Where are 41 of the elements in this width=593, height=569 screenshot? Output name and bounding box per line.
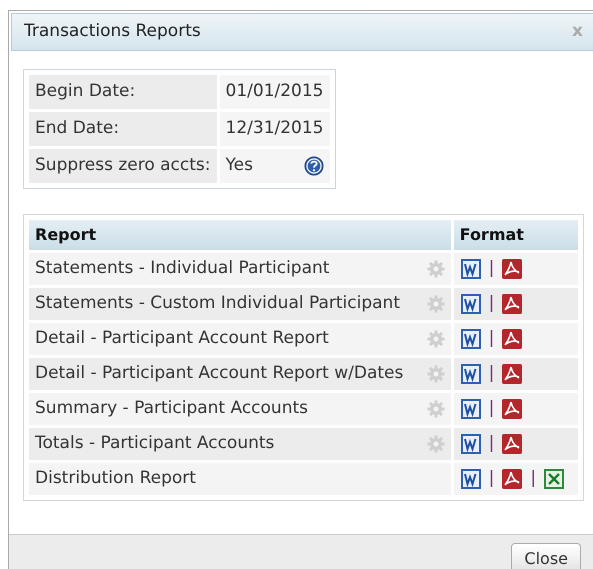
word-document-icon[interactable] bbox=[460, 293, 482, 315]
word-document-icon[interactable] bbox=[460, 258, 482, 280]
report-name: Statements - Custom Individual Participant bbox=[35, 292, 400, 316]
separator: | bbox=[488, 432, 494, 456]
separator: | bbox=[488, 362, 494, 386]
report-name: Totals - Participant Accounts bbox=[35, 432, 274, 456]
field-value: 01/01/2015 bbox=[226, 80, 324, 104]
separator: | bbox=[488, 467, 494, 490]
spreadsheet-icon[interactable] bbox=[543, 468, 566, 490]
close-button[interactable]: Close bbox=[511, 543, 581, 569]
pdf-icon[interactable] bbox=[501, 258, 524, 280]
report-name: Distribution Report bbox=[35, 467, 196, 490]
report-name: Detail - Participant Account Report bbox=[35, 327, 329, 350]
word-document-icon[interactable] bbox=[460, 363, 482, 385]
report-name: Summary - Participant Accounts bbox=[35, 397, 308, 420]
field-label: Begin Date: bbox=[29, 75, 217, 109]
column-header: Report bbox=[29, 220, 451, 250]
separator: | bbox=[488, 327, 494, 350]
help-icon[interactable] bbox=[304, 156, 324, 176]
field-value: Yes bbox=[226, 154, 253, 178]
field-label: Suppress zero accts: bbox=[29, 149, 217, 183]
report-name: Detail - Participant Account Report w/Dates bbox=[35, 362, 404, 386]
field-label: End Date: bbox=[29, 112, 217, 146]
pdf-icon[interactable] bbox=[501, 468, 524, 490]
separator: | bbox=[488, 292, 494, 316]
pdf-icon[interactable] bbox=[501, 398, 524, 420]
separator: | bbox=[530, 467, 536, 490]
separator: | bbox=[488, 397, 494, 420]
word-document-icon[interactable] bbox=[460, 328, 482, 350]
pdf-icon[interactable] bbox=[501, 363, 524, 385]
word-document-icon[interactable] bbox=[460, 433, 482, 455]
word-document-icon[interactable] bbox=[460, 398, 482, 420]
dialog-title: Transactions Reports bbox=[24, 20, 201, 44]
pdf-icon[interactable] bbox=[501, 433, 524, 455]
report-name: Statements - Individual Participant bbox=[35, 257, 330, 280]
pdf-icon[interactable] bbox=[501, 328, 524, 350]
column-header: Format bbox=[454, 220, 578, 250]
separator: | bbox=[488, 257, 494, 280]
pdf-icon[interactable] bbox=[501, 293, 524, 315]
word-document-icon[interactable] bbox=[460, 468, 482, 490]
field-value: 12/31/2015 bbox=[226, 117, 324, 140]
